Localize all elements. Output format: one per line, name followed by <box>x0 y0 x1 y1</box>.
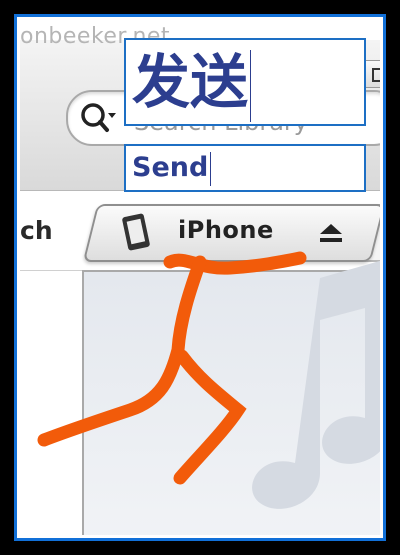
english-send-text: Send <box>132 152 209 183</box>
eject-icon[interactable] <box>316 222 346 246</box>
tab-iphone-label: iPhone <box>178 216 274 244</box>
magnifier-icon[interactable] <box>78 100 118 134</box>
chinese-send-text: 发送 <box>132 48 249 116</box>
music-note-icon <box>252 260 380 509</box>
tab-partial-label[interactable]: ch <box>20 216 53 245</box>
highlight-border: onbeeker.net Search Library ch iPhone <box>14 14 386 541</box>
text-caret <box>210 151 212 186</box>
translation-overlay-english: Send <box>124 144 366 192</box>
itunes-window: onbeeker.net Search Library ch iPhone <box>20 20 380 535</box>
translation-overlay-chinese: 发送 <box>124 38 366 126</box>
screenshot-frame: onbeeker.net Search Library ch iPhone <box>0 0 400 555</box>
iphone-icon <box>122 213 150 251</box>
text-caret <box>250 49 252 122</box>
